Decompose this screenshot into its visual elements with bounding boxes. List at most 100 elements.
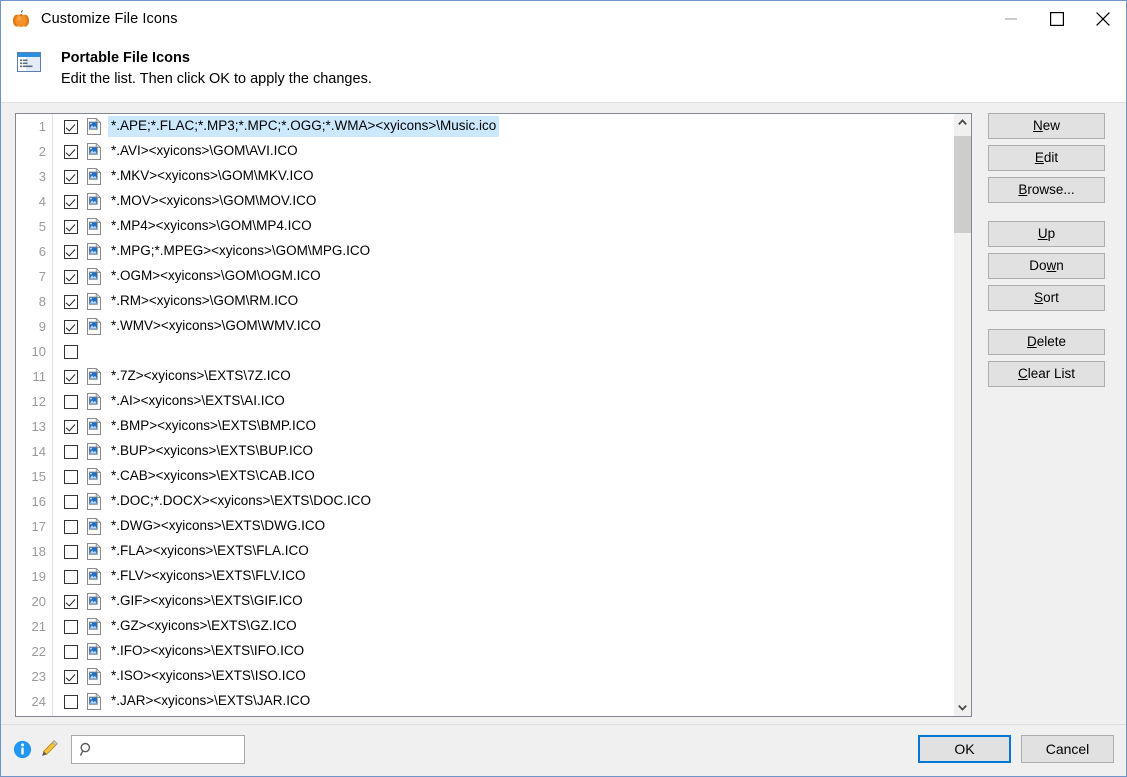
row-checkbox[interactable] <box>64 519 78 534</box>
table-row[interactable]: 14 *.BUP><xyicons>\EXTS\BUP.ICO <box>16 439 953 464</box>
row-checkbox[interactable] <box>64 444 78 459</box>
row-number: 6 <box>38 244 46 259</box>
button-group-separator <box>988 317 1105 329</box>
header-subtitle: Edit the list. Then click OK to apply th… <box>61 71 372 87</box>
row-label: *.AVI><xyicons>\GOM\AVI.ICO <box>111 143 298 158</box>
edit-button[interactable]: Edit <box>988 145 1105 171</box>
row-checkbox[interactable] <box>64 644 78 659</box>
cancel-button[interactable]: Cancel <box>1021 735 1114 763</box>
file-type-icon <box>87 117 102 135</box>
file-type-icon <box>87 367 102 385</box>
row-checkbox[interactable] <box>64 369 78 384</box>
row-checkbox[interactable] <box>64 169 78 184</box>
file-type-icon <box>87 417 102 435</box>
table-row[interactable]: 11 *.7Z><xyicons>\EXTS\7Z.ICO <box>16 364 953 389</box>
scrollbar-thumb[interactable] <box>954 136 971 233</box>
list-action-buttons: New Edit Browse... Up Down Sort Delete Clear Li… <box>988 113 1105 393</box>
row-label: *.RM><xyicons>\GOM\RM.ICO <box>111 293 299 308</box>
table-row[interactable]: 18 *.FLA><xyicons>\EXTS\FLA.ICO <box>16 539 953 564</box>
row-number: 12 <box>31 394 46 409</box>
table-row[interactable]: 2 *.AVI><xyicons>\GOM\AVI.ICO <box>16 139 953 164</box>
row-checkbox[interactable] <box>64 669 78 684</box>
table-row[interactable]: 10 <box>16 339 953 364</box>
up-button[interactable]: Up <box>988 221 1105 247</box>
ok-button[interactable]: OK <box>918 735 1011 763</box>
pencil-edit-icon[interactable] <box>39 739 59 759</box>
table-row[interactable]: 21 *.GZ><xyicons>\EXTS\GZ.ICO <box>16 614 953 639</box>
table-row[interactable]: 5 *.MP4><xyicons>\GOM\MP4.ICO <box>16 214 953 239</box>
browse-button[interactable]: Browse... <box>988 177 1105 203</box>
row-checkbox[interactable] <box>64 394 78 409</box>
table-row[interactable]: 12 *.AI><xyicons>\EXTS\AI.ICO <box>16 389 953 414</box>
list-rows-container: 1 *.APE;*.FLAC;*.MP3;*.MPC;*.OGG;*.WMA><x… <box>16 114 953 716</box>
chevron-up-icon[interactable] <box>954 114 971 131</box>
table-row[interactable]: 24 *.JAR><xyicons>\EXTS\JAR.ICO <box>16 689 953 714</box>
row-number: 17 <box>31 519 46 534</box>
file-type-icon <box>87 492 102 510</box>
table-row[interactable]: 1 *.APE;*.FLAC;*.MP3;*.MPC;*.OGG;*.WMA><x… <box>16 114 953 139</box>
table-row[interactable]: 22 *.IFO><xyicons>\EXTS\IFO.ICO <box>16 639 953 664</box>
info-icon[interactable] <box>13 740 32 759</box>
new-button[interactable]: New <box>988 113 1105 139</box>
table-row[interactable]: 4 *.MOV><xyicons>\GOM\MOV.ICO <box>16 189 953 214</box>
minimize-icon[interactable] <box>988 1 1034 37</box>
table-row[interactable]: 19 *.FLV><xyicons>\EXTS\FLV.ICO <box>16 564 953 589</box>
row-number: 13 <box>31 419 46 434</box>
row-checkbox[interactable] <box>64 544 78 559</box>
row-checkbox[interactable] <box>64 469 78 484</box>
row-number: 21 <box>31 619 46 634</box>
table-row[interactable]: 8 *.RM><xyicons>\GOM\RM.ICO <box>16 289 953 314</box>
table-row[interactable]: 16 *.DOC;*.DOCX><xyicons>\EXTS\DOC.ICO <box>16 489 953 514</box>
maximize-icon[interactable] <box>1034 1 1080 37</box>
button-label: New <box>1032 118 1060 133</box>
row-label: *.7Z><xyicons>\EXTS\7Z.ICO <box>111 368 291 383</box>
row-checkbox[interactable] <box>64 119 78 134</box>
row-checkbox[interactable] <box>64 694 78 709</box>
row-checkbox[interactable] <box>64 619 78 634</box>
chevron-down-icon[interactable] <box>954 699 971 716</box>
sort-button[interactable]: Sort <box>988 285 1105 311</box>
row-checkbox[interactable] <box>64 194 78 209</box>
row-checkbox[interactable] <box>64 219 78 234</box>
clear-list-button[interactable]: Clear List <box>988 361 1105 387</box>
close-icon[interactable] <box>1080 1 1126 37</box>
button-label: Clear List <box>1017 366 1076 381</box>
table-row[interactable]: 15 *.CAB><xyicons>\EXTS\CAB.ICO <box>16 464 953 489</box>
row-number: 16 <box>31 494 46 509</box>
row-checkbox[interactable] <box>64 344 78 359</box>
table-row[interactable]: 13 *.BMP><xyicons>\EXTS\BMP.ICO <box>16 414 953 439</box>
row-checkbox[interactable] <box>64 494 78 509</box>
pumpkin-app-icon <box>10 8 32 30</box>
table-row[interactable]: 17 *.DWG><xyicons>\EXTS\DWG.ICO <box>16 514 953 539</box>
file-icons-list[interactable]: 1 *.APE;*.FLAC;*.MP3;*.MPC;*.OGG;*.WMA><x… <box>15 113 972 717</box>
row-number: 11 <box>32 369 47 384</box>
row-checkbox[interactable] <box>64 419 78 434</box>
row-number: 2 <box>38 144 46 159</box>
table-row[interactable]: 23 *.ISO><xyicons>\EXTS\ISO.ICO <box>16 664 953 689</box>
row-checkbox[interactable] <box>64 569 78 584</box>
row-label: *.ISO><xyicons>\EXTS\ISO.ICO <box>111 668 306 683</box>
window-title: Customize File Icons <box>41 11 178 27</box>
button-label: Delete <box>1026 334 1067 349</box>
table-row[interactable]: 3 *.MKV><xyicons>\GOM\MKV.ICO <box>16 164 953 189</box>
table-row[interactable]: 7 *.OGM><xyicons>\GOM\OGM.ICO <box>16 264 953 289</box>
table-row[interactable]: 20 *.GIF><xyicons>\EXTS\GIF.ICO <box>16 589 953 614</box>
list-scrollbar[interactable] <box>953 114 971 716</box>
row-checkbox[interactable] <box>64 244 78 259</box>
down-button[interactable]: Down <box>988 253 1105 279</box>
table-row[interactable]: 6 *.MPG;*.MPEG><xyicons>\GOM\MPG.ICO <box>16 239 953 264</box>
row-number: 9 <box>38 319 46 334</box>
file-type-icon <box>87 617 102 635</box>
row-checkbox[interactable] <box>64 144 78 159</box>
row-checkbox[interactable] <box>64 319 78 334</box>
table-row[interactable]: 9 *.WMV><xyicons>\GOM\WMV.ICO <box>16 314 953 339</box>
row-label: *.CAB><xyicons>\EXTS\CAB.ICO <box>111 468 315 483</box>
row-checkbox[interactable] <box>64 594 78 609</box>
search-input[interactable] <box>99 742 229 757</box>
row-label: *.DOC;*.DOCX><xyicons>\EXTS\DOC.ICO <box>111 493 371 508</box>
row-checkbox[interactable] <box>64 294 78 309</box>
row-checkbox[interactable] <box>64 269 78 284</box>
search-box[interactable] <box>71 735 245 764</box>
delete-button[interactable]: Delete <box>988 329 1105 355</box>
button-label: Down <box>1029 258 1064 273</box>
